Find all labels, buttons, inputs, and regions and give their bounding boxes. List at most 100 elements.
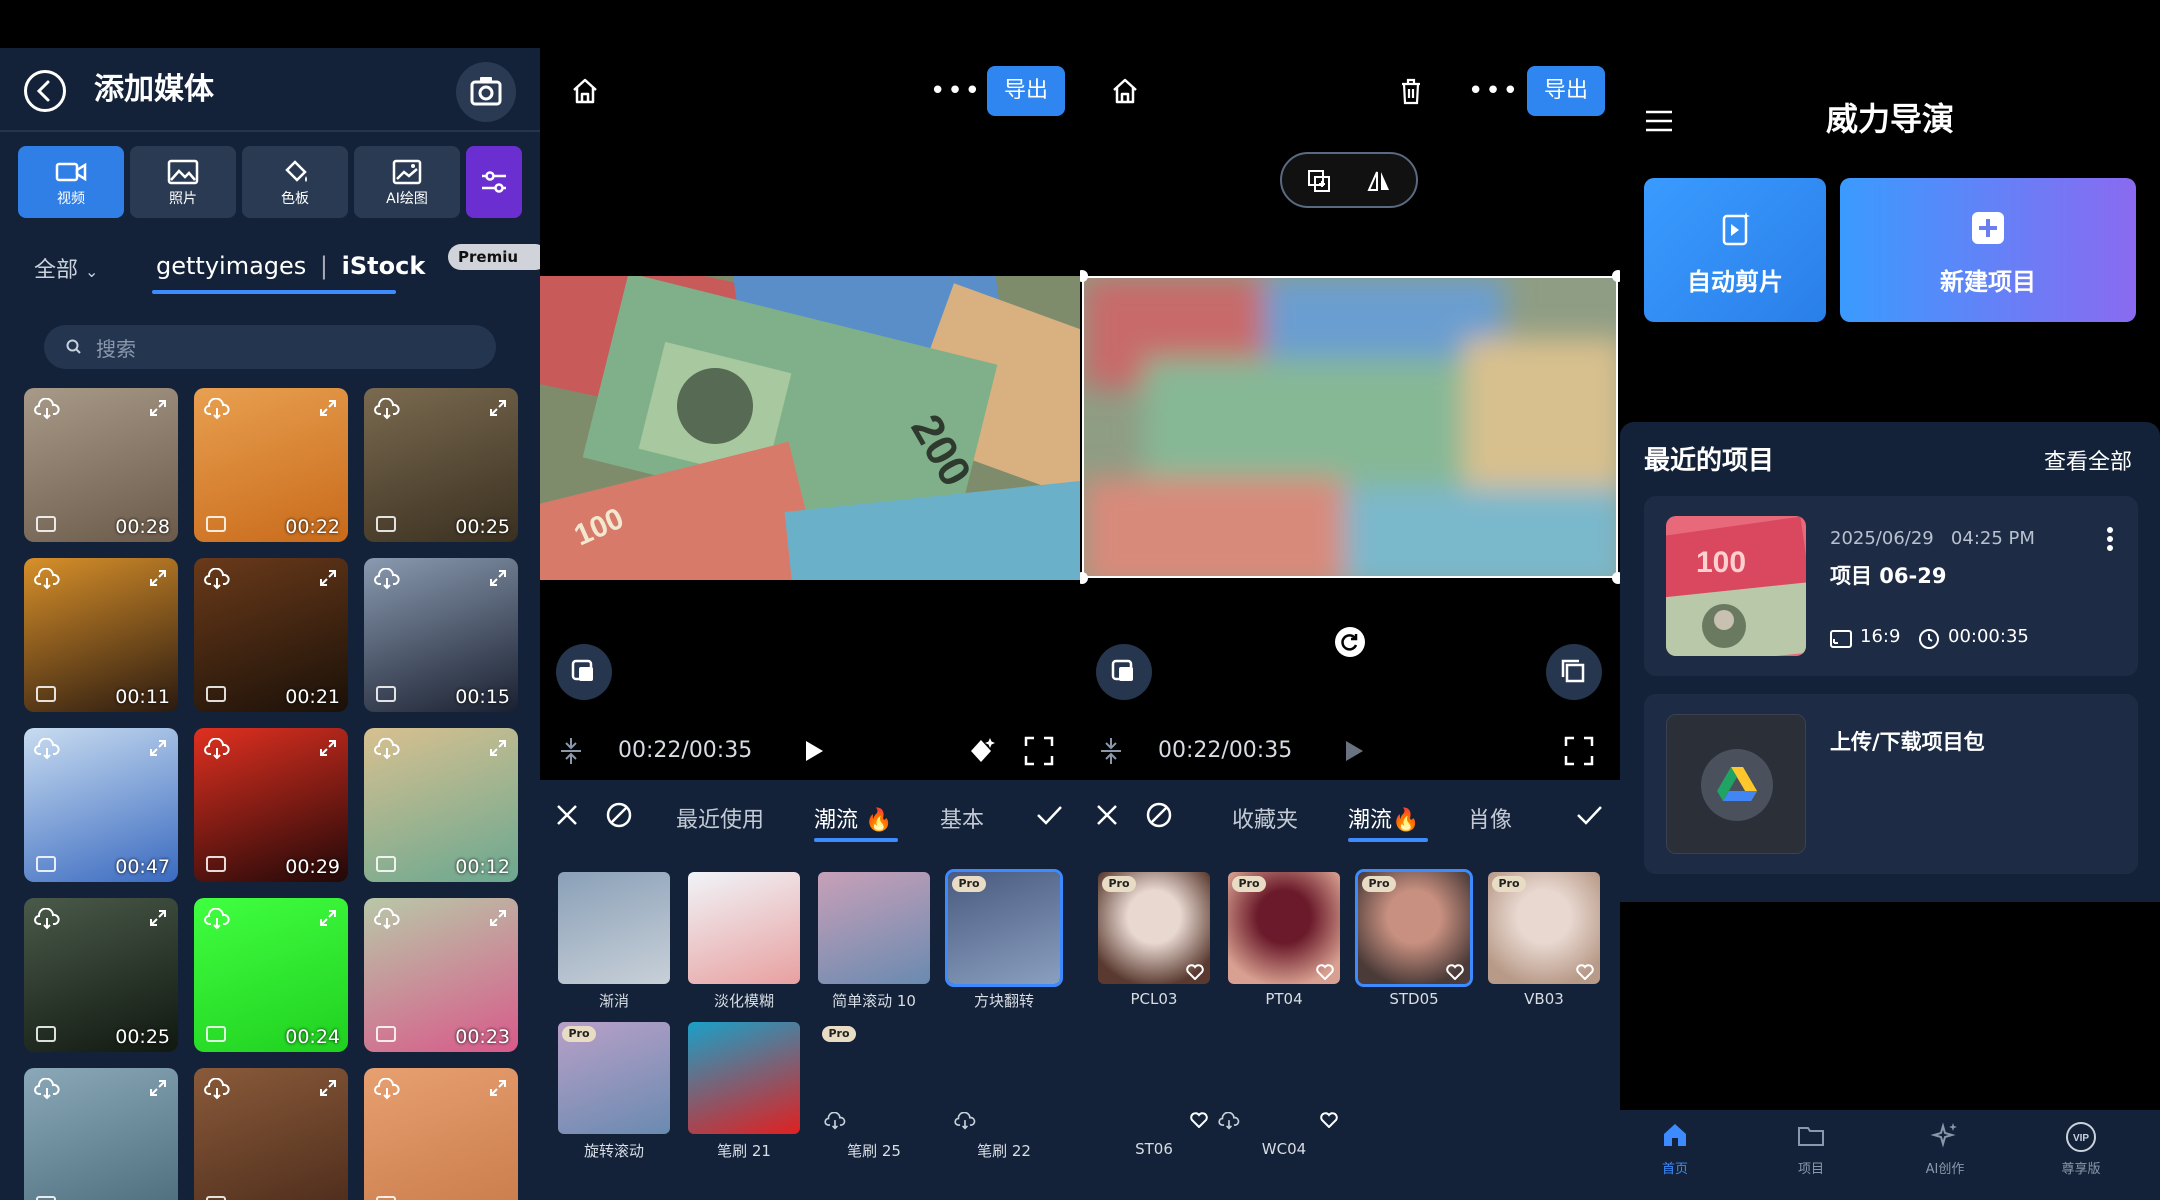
expand-icon[interactable] (488, 908, 508, 928)
expand-icon[interactable] (148, 908, 168, 928)
home-icon[interactable] (570, 76, 600, 106)
download-cloud-icon[interactable] (1218, 1112, 1240, 1130)
download-cloud-icon[interactable] (204, 398, 230, 420)
media-thumbnail[interactable]: 00:25 (364, 388, 518, 542)
expand-icon[interactable] (488, 568, 508, 588)
play-icon[interactable] (1338, 736, 1368, 766)
tab-trending[interactable]: 潮流🔥 (1348, 802, 1419, 834)
expand-icon[interactable] (488, 738, 508, 758)
download-cloud-icon[interactable] (374, 398, 400, 420)
project-card[interactable]: 100 2025/06/29 04:25 PM 项目 06-29 16:9 00… (1644, 496, 2138, 676)
download-cloud-icon[interactable] (34, 568, 60, 590)
more-icon[interactable]: ••• (1468, 76, 1520, 106)
search-input[interactable]: 搜索 (44, 325, 496, 369)
upload-download-card[interactable]: 上传/下载项目包 (1644, 694, 2138, 874)
keyframe-icon[interactable] (964, 734, 998, 768)
filter-button[interactable] (466, 146, 522, 218)
transition-thumbnail[interactable] (558, 872, 670, 984)
close-icon[interactable] (1094, 802, 1120, 828)
export-button[interactable]: 导出 (987, 66, 1065, 116)
more-vertical-icon[interactable] (2106, 526, 2114, 552)
media-thumbnail[interactable]: 00:15 (364, 558, 518, 712)
download-cloud-icon[interactable] (374, 568, 400, 590)
new-project-button[interactable]: 新建项目 (1840, 178, 2136, 322)
transition-thumbnail[interactable] (688, 872, 800, 984)
nav-home[interactable]: 首页 (1620, 1120, 1730, 1177)
export-button[interactable]: 导出 (1527, 66, 1605, 116)
media-thumbnail[interactable]: 00:47 (24, 728, 178, 882)
overlay-button[interactable] (1096, 644, 1152, 700)
duplicate-button[interactable] (1546, 644, 1602, 700)
media-thumbnail[interactable] (194, 1068, 348, 1200)
media-thumbnail[interactable]: 00:29 (194, 728, 348, 882)
check-icon[interactable] (1574, 800, 1604, 830)
heart-icon[interactable] (1446, 964, 1464, 980)
media-thumbnail[interactable]: 00:23 (364, 898, 518, 1052)
tab-recent[interactable]: 最近使用 (676, 802, 764, 834)
overlay-button[interactable] (556, 644, 612, 700)
tab-favorites[interactable]: 收藏夹 (1232, 802, 1298, 834)
media-thumbnail[interactable]: 00:25 (24, 898, 178, 1052)
play-icon[interactable] (798, 736, 828, 766)
rotate-icon[interactable] (1334, 626, 1366, 658)
back-button[interactable] (24, 70, 66, 112)
heart-icon[interactable] (1190, 1112, 1208, 1128)
heart-icon[interactable] (1320, 1112, 1338, 1128)
download-cloud-icon[interactable] (374, 908, 400, 930)
tab-basic[interactable]: 基本 (940, 802, 984, 834)
download-cloud-icon[interactable] (204, 568, 230, 590)
video-preview[interactable] (1082, 276, 1618, 578)
resize-handle[interactable] (1080, 572, 1088, 584)
split-icon[interactable] (558, 736, 584, 766)
transition-thumbnail[interactable] (688, 1022, 800, 1134)
tab-trending[interactable]: 潮流 🔥 (814, 802, 892, 834)
expand-icon[interactable] (148, 568, 168, 588)
nav-vip[interactable]: VIP 尊享版 (2026, 1120, 2136, 1177)
heart-icon[interactable] (1316, 964, 1334, 980)
transition-thumbnail[interactable] (818, 872, 930, 984)
media-thumbnail[interactable]: 00:22 (194, 388, 348, 542)
fullscreen-icon[interactable] (1562, 734, 1596, 768)
download-cloud-icon[interactable] (374, 738, 400, 760)
media-thumbnail[interactable] (24, 1068, 178, 1200)
download-cloud-icon[interactable] (204, 1078, 230, 1100)
none-icon[interactable] (1144, 800, 1174, 830)
expand-icon[interactable] (318, 568, 338, 588)
nav-projects[interactable]: 项目 (1756, 1120, 1866, 1177)
split-icon[interactable] (1098, 736, 1124, 766)
media-thumbnail[interactable]: 00:24 (194, 898, 348, 1052)
expand-icon[interactable] (488, 1078, 508, 1098)
video-preview[interactable]: 200 100 (540, 276, 1080, 580)
all-dropdown[interactable]: 全部 ⌄ (34, 252, 98, 284)
media-thumbnail[interactable]: 00:12 (364, 728, 518, 882)
home-icon[interactable] (1110, 76, 1140, 106)
download-cloud-icon[interactable] (34, 738, 60, 760)
expand-icon[interactable] (488, 398, 508, 418)
check-icon[interactable] (1034, 800, 1064, 830)
flip-icon[interactable] (1366, 168, 1392, 194)
expand-icon[interactable] (318, 398, 338, 418)
media-thumbnail[interactable] (364, 1068, 518, 1200)
media-thumbnail[interactable]: 00:28 (24, 388, 178, 542)
media-thumbnail[interactable]: 00:21 (194, 558, 348, 712)
download-cloud-icon[interactable] (34, 908, 60, 930)
download-cloud-icon[interactable] (34, 1078, 60, 1100)
expand-icon[interactable] (148, 1078, 168, 1098)
download-cloud-icon[interactable] (824, 1112, 846, 1130)
nav-ai-create[interactable]: AI创作 (1890, 1120, 2000, 1177)
download-cloud-icon[interactable] (204, 908, 230, 930)
provider-tab-getty[interactable]: gettyimages | iStock (156, 252, 425, 280)
trash-icon[interactable] (1396, 76, 1426, 106)
expand-icon[interactable] (318, 738, 338, 758)
download-cloud-icon[interactable] (34, 398, 60, 420)
tab-portrait[interactable]: 肖像 (1468, 802, 1512, 834)
download-cloud-icon[interactable] (374, 1078, 400, 1100)
expand-icon[interactable] (318, 1078, 338, 1098)
none-icon[interactable] (604, 800, 634, 830)
media-thumbnail[interactable]: 00:11 (24, 558, 178, 712)
auto-edit-button[interactable]: 自动剪片 (1644, 178, 1826, 322)
camera-button[interactable] (456, 62, 516, 122)
tab-color-board[interactable]: 色板 (242, 146, 348, 218)
heart-icon[interactable] (1576, 964, 1594, 980)
resize-handle[interactable] (1612, 572, 1620, 584)
